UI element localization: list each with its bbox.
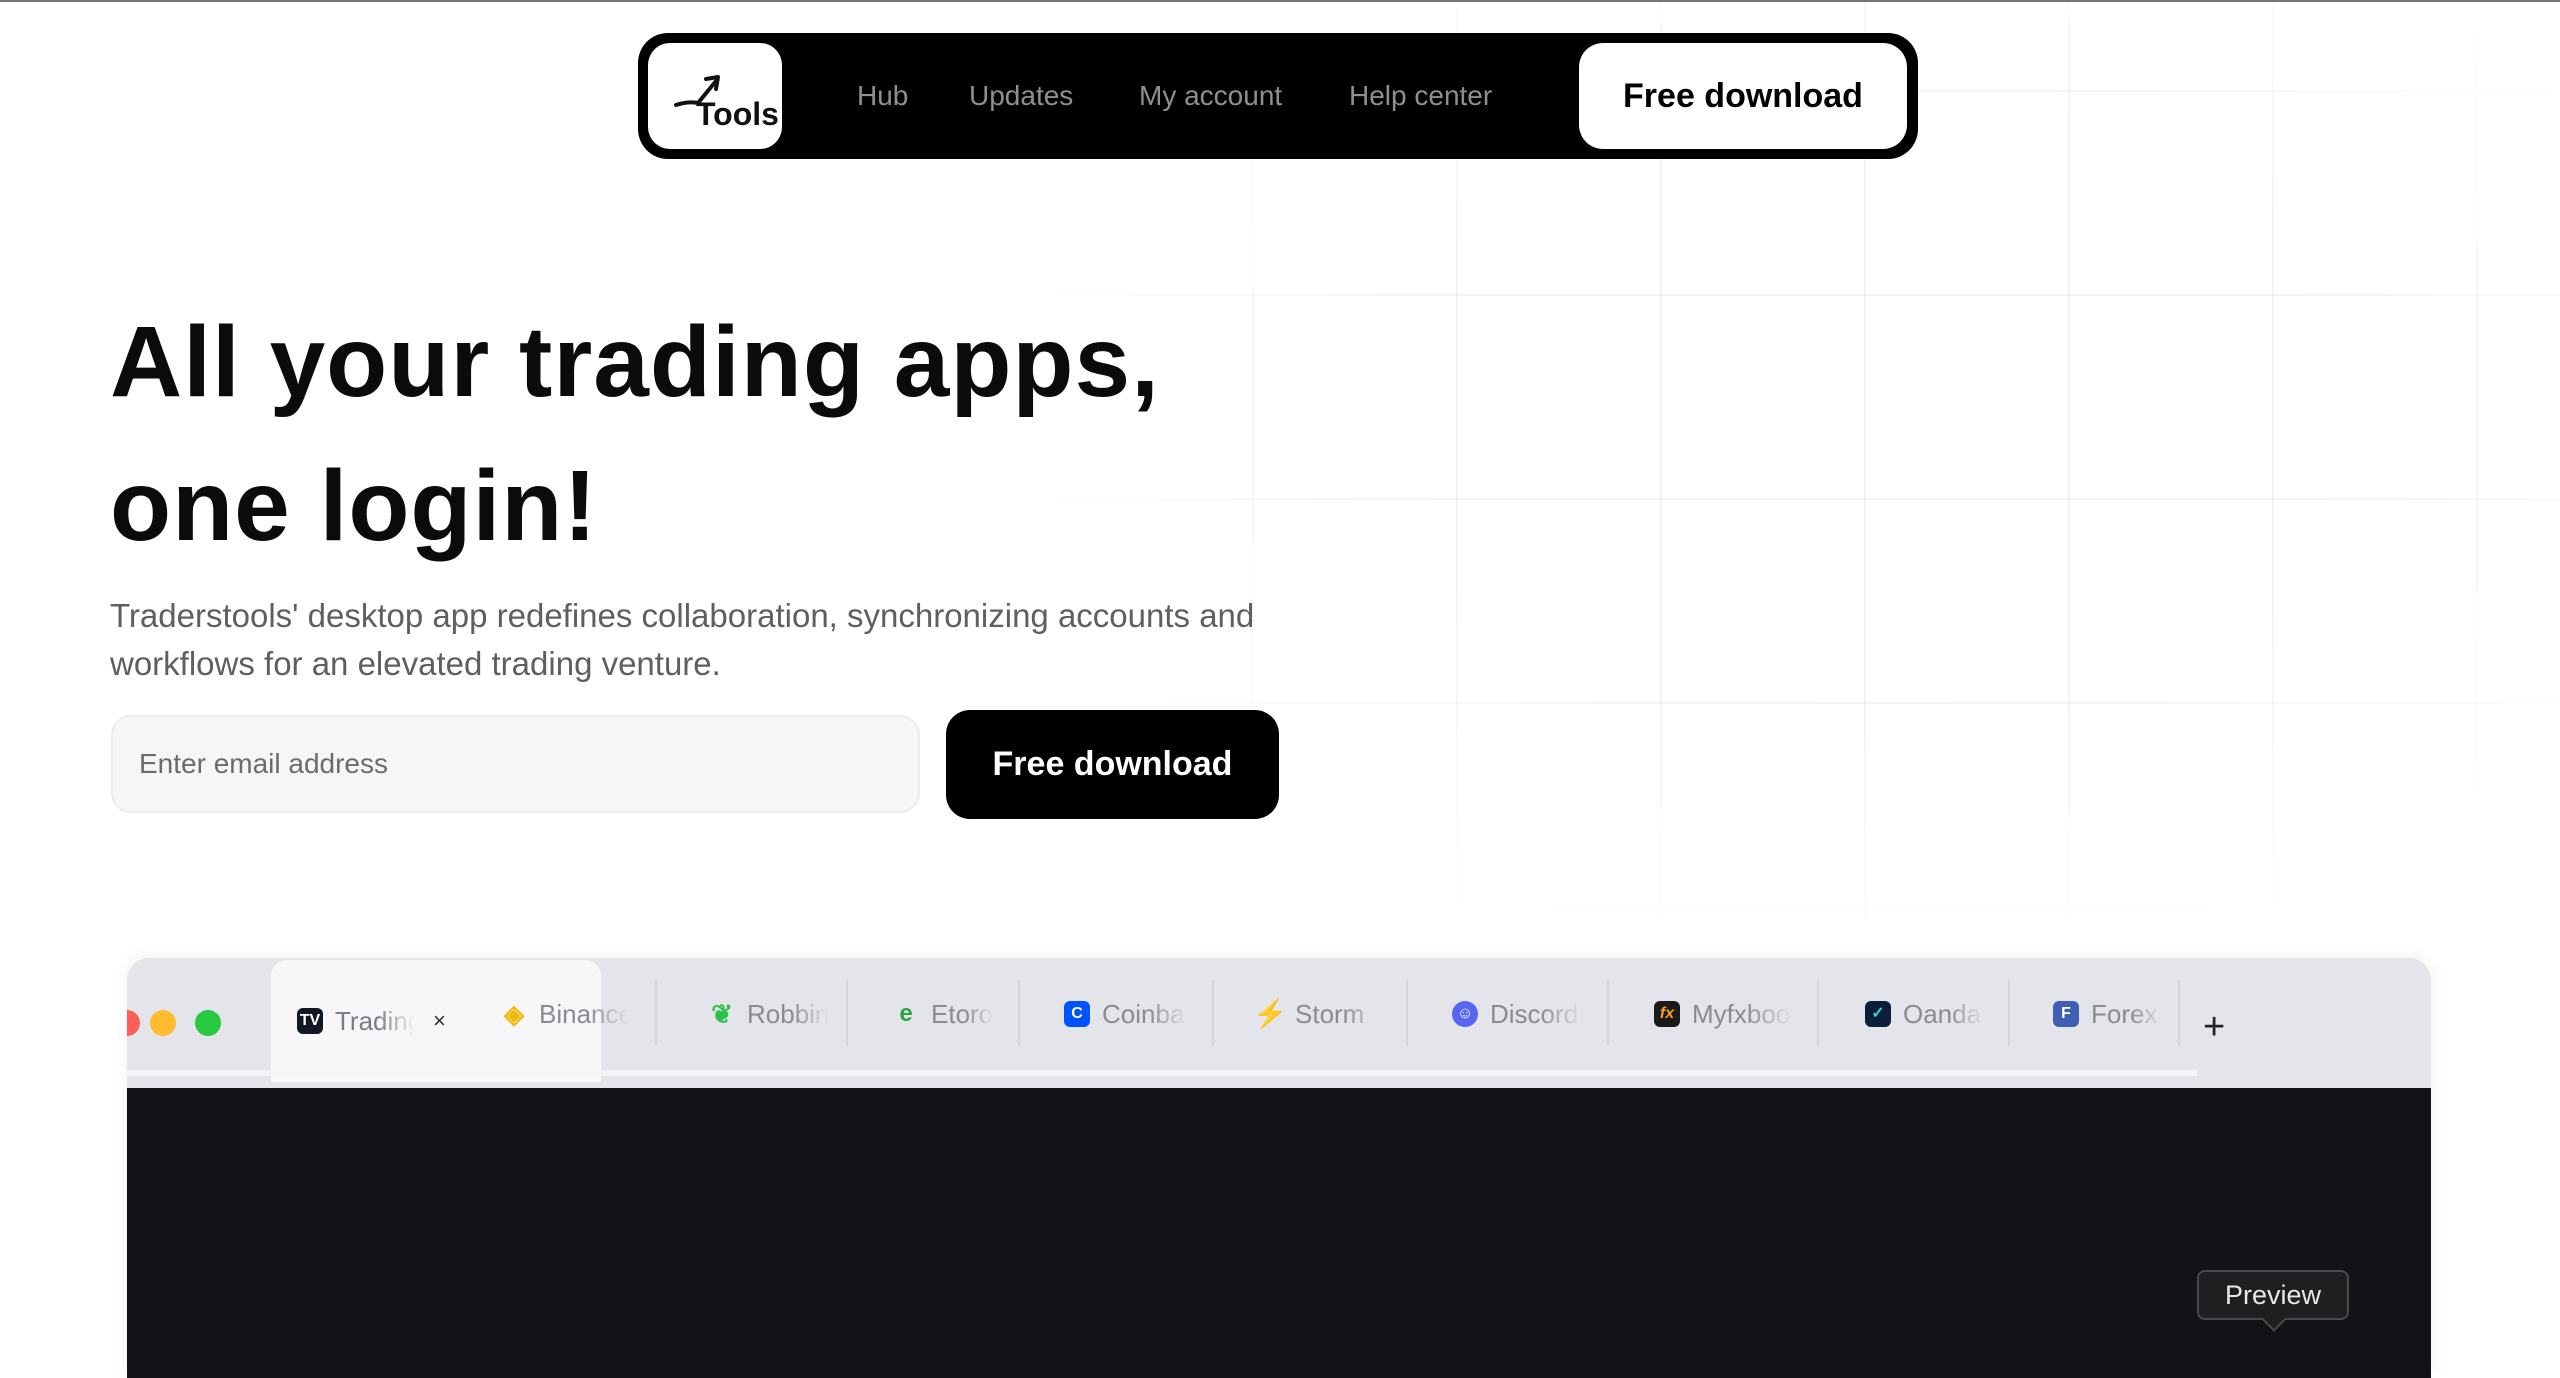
top-navbar: Tools Hub Updates My account Help center… <box>638 33 1918 159</box>
tab-strip-underline <box>127 1070 2197 1076</box>
hero-subtitle: Traderstools' desktop app redefines coll… <box>110 597 1255 682</box>
tab-myfxbook[interactable]: fx Myfxbook <box>1654 958 1834 1070</box>
tab-binance[interactable]: ◈ Binance <box>501 958 701 1070</box>
tab-label: Robbin <box>747 998 829 1029</box>
tab-discord[interactable]: ☺ Discord <box>1452 958 1632 1070</box>
storm-icon: ⚡ <box>1252 998 1288 1029</box>
hero-title-line-1: All your trading apps, <box>110 306 1160 418</box>
tab-divider <box>1212 980 1214 1046</box>
email-input[interactable] <box>111 715 920 813</box>
brand-logo[interactable]: Tools <box>648 43 782 149</box>
tab-robinhood[interactable]: ❦ Robbin <box>709 958 869 1070</box>
tab-label: Myfxbook <box>1692 998 1792 1029</box>
tab-divider <box>846 980 848 1046</box>
app-content-area <box>127 1088 2431 1378</box>
logo-text: Tools <box>696 96 779 132</box>
tab-divider <box>2008 980 2010 1046</box>
tab-label: Trading <box>335 1005 415 1036</box>
hero-title: All your trading apps, one login! <box>110 290 1160 578</box>
tab-forex[interactable]: F Forex <box>2053 958 2193 1070</box>
tab-label: Forex <box>2091 998 2158 1029</box>
discord-icon: ☺ <box>1452 1001 1478 1027</box>
nav-link-help-center[interactable]: Help center <box>1349 81 1492 111</box>
maximize-window-dot[interactable] <box>195 1010 221 1036</box>
add-tab-icon[interactable]: + <box>2203 1008 2225 1046</box>
etoro-icon: e <box>899 1000 913 1027</box>
tab-divider <box>2178 980 2180 1046</box>
minimize-window-dot[interactable] <box>150 1010 176 1036</box>
preview-tooltip: Preview <box>2197 1270 2349 1320</box>
tab-coinbase[interactable]: C Coinbase <box>1064 958 1224 1070</box>
nav-free-download-button[interactable]: Free download <box>1579 43 1907 149</box>
close-window-dot[interactable] <box>127 1010 140 1036</box>
tab-label: Oanda <box>1903 998 1982 1029</box>
tab-divider <box>1406 980 1408 1046</box>
tab-label: Etoro <box>931 998 993 1029</box>
nav-link-my-account[interactable]: My account <box>1139 81 1282 111</box>
oanda-icon: ✓ <box>1865 1001 1891 1027</box>
tab-bar: TV Trading × ◈ Binance ❦ Robbin e Etoro … <box>127 958 2431 1088</box>
hero-title-line-2: one login! <box>110 450 598 562</box>
tab-storm[interactable]: ⚡ Storm <box>1252 958 1427 1070</box>
tab-label: Storm <box>1295 998 1365 1029</box>
coinbase-icon: C <box>1064 1001 1090 1027</box>
tab-divider <box>1018 980 1020 1046</box>
myfxbook-icon: fx <box>1654 1001 1680 1027</box>
tab-divider <box>1817 980 1819 1046</box>
nav-link-updates[interactable]: Updates <box>969 81 1073 111</box>
binance-icon: ◈ <box>504 999 524 1029</box>
trend-arrow-icon: Tools <box>674 75 779 132</box>
app-preview-window: TV Trading × ◈ Binance ❦ Robbin e Etoro … <box>127 958 2431 1378</box>
hero-free-download-button[interactable]: Free download <box>946 710 1279 819</box>
tab-divider <box>1607 980 1609 1046</box>
close-icon[interactable]: × <box>433 1008 446 1034</box>
robinhood-icon: ❦ <box>711 999 733 1029</box>
tab-label: Binance <box>539 998 629 1029</box>
tab-divider <box>655 980 657 1046</box>
tab-label: Discord <box>1490 998 1579 1029</box>
tab-oanda[interactable]: ✓ Oanda <box>1865 958 2025 1070</box>
tradingview-icon: TV <box>297 1008 323 1034</box>
tab-etoro[interactable]: e Etoro <box>893 958 1043 1070</box>
nav-link-hub[interactable]: Hub <box>857 81 908 111</box>
forex-icon: F <box>2053 1001 2079 1027</box>
tab-label: Coinbase <box>1102 998 1188 1029</box>
